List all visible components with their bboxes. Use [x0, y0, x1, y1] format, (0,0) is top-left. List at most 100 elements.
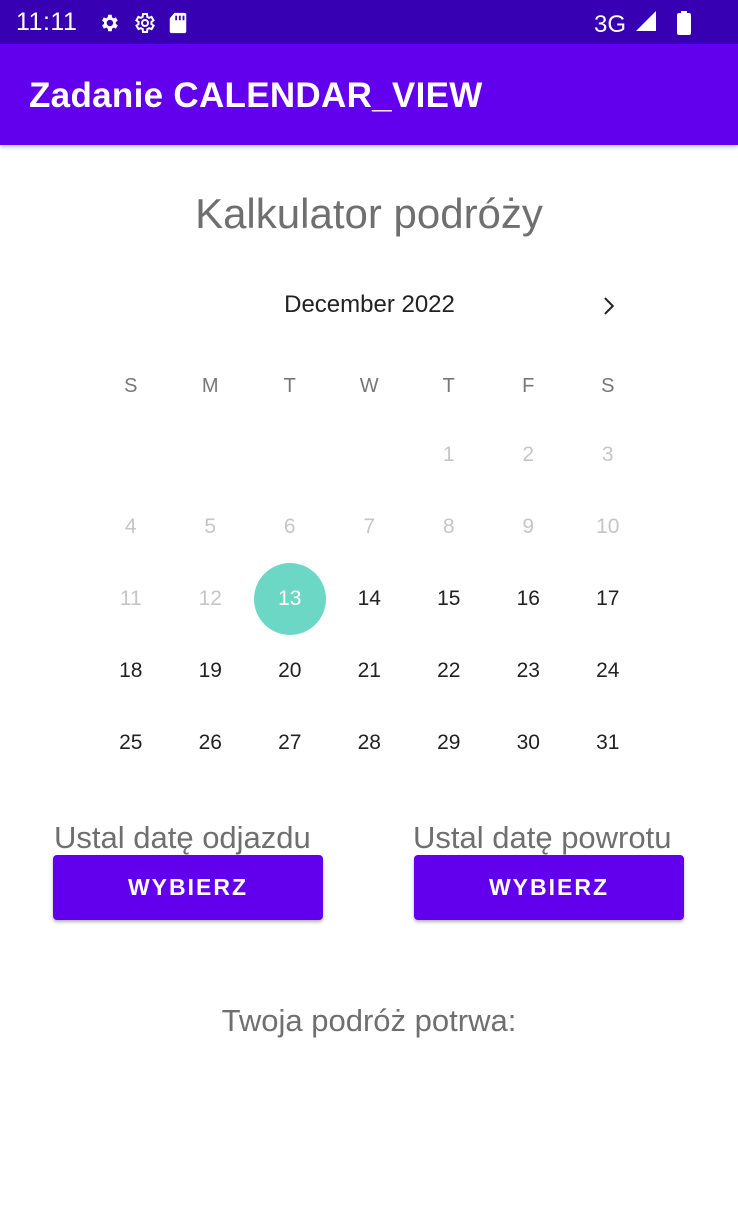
day-number: 12	[198, 587, 222, 610]
settings-outline-icon	[132, 11, 156, 40]
day-grid: 1 2 3 4 5 6 7 8 9 10 11 12 13 14 15 16 17 18 19 20 21 22 23 24 2…	[91, 419, 648, 779]
day-number: 28	[357, 731, 381, 754]
calendar-week-row: 11 12 13 14 15 16 17	[91, 563, 648, 635]
month-label: December 2022	[284, 291, 455, 318]
return-label: Ustal datę powrotu	[413, 820, 672, 855]
calendar-empty-cell	[91, 419, 171, 491]
calendar-day[interactable]: 26	[171, 707, 251, 779]
calendar-day[interactable]: 27	[250, 707, 330, 779]
day-number: 23	[516, 659, 540, 682]
day-number: 2	[522, 443, 535, 466]
day-number: 7	[363, 515, 376, 538]
calendar-day[interactable]: 22	[409, 635, 489, 707]
calendar-empty-cell	[330, 419, 410, 491]
calendar-day[interactable]: 20	[250, 635, 330, 707]
day-number: 24	[596, 659, 620, 682]
day-number: 6	[283, 515, 296, 538]
day-number: 17	[596, 587, 620, 610]
settings-icon	[98, 12, 120, 39]
app-bar: Zadanie CALENDAR_VIEW	[0, 44, 738, 145]
calendar-day: 1	[409, 419, 489, 491]
weekday-label: T	[283, 375, 296, 397]
weekday-label: F	[522, 375, 535, 397]
day-number: 5	[204, 515, 217, 538]
weekday-header: SMTWTFS	[91, 370, 648, 402]
day-number: 1	[442, 443, 455, 466]
page-title: Kalkulator podróży	[195, 190, 543, 237]
calendar-day: 5	[171, 491, 251, 563]
status-icons-left	[98, 11, 188, 40]
next-month-button[interactable]	[591, 288, 627, 324]
day-number: 15	[437, 587, 461, 610]
day-number: 8	[442, 515, 455, 538]
calendar-empty-cell	[250, 419, 330, 491]
weekday-label: S	[124, 375, 138, 397]
day-number: 16	[516, 587, 540, 610]
day-number: 30	[516, 731, 540, 754]
calendar-empty-cell	[171, 419, 251, 491]
calendar-day[interactable]: 14	[330, 563, 410, 635]
calendar-day[interactable]: 28	[330, 707, 410, 779]
day-number: 26	[198, 731, 222, 754]
day-number: 29	[437, 731, 461, 754]
month-header: December 2022	[91, 270, 648, 340]
trip-duration-text: Twoja podróż potrwa:	[221, 1003, 517, 1038]
battery-icon	[676, 11, 692, 40]
network-type: 3G	[593, 10, 626, 38]
app-title: Zadanie CALENDAR_VIEW	[29, 76, 483, 115]
day-number: 9	[522, 515, 535, 538]
departure-choose-button[interactable]: WYBIERZ	[53, 855, 323, 920]
calendar-day: 10	[568, 491, 648, 563]
calendar-day[interactable]: 25	[91, 707, 171, 779]
signal-icon	[634, 9, 658, 40]
calendar-day[interactable]: 19	[171, 635, 251, 707]
calendar-day[interactable]: 30	[489, 707, 569, 779]
status-icons-right: 3G	[594, 9, 658, 40]
weekday-label: M	[201, 375, 219, 397]
day-number: 25	[119, 731, 143, 754]
calendar-day[interactable]: 29	[409, 707, 489, 779]
day-number: 19	[198, 659, 222, 682]
calendar-day[interactable]: 21	[330, 635, 410, 707]
calendar-day[interactable]: 15	[409, 563, 489, 635]
day-number: 27	[278, 731, 302, 754]
weekday-label: S	[601, 375, 615, 397]
calendar-day: 2	[489, 419, 569, 491]
status-bar: 11:11 3G	[0, 0, 738, 44]
calendar-week-row: 4 5 6 7 8 9 10	[91, 491, 648, 563]
chevron-right-icon	[604, 297, 615, 315]
departure-label: Ustal datę odjazdu	[54, 820, 311, 855]
day-number: 4	[124, 515, 137, 538]
calendar-day: 8	[409, 491, 489, 563]
calendar-day: 12	[171, 563, 251, 635]
calendar-day: 9	[489, 491, 569, 563]
calendar-day: 6	[250, 491, 330, 563]
day-number: 11	[119, 587, 142, 610]
calendar-day-selected[interactable]: 13	[250, 563, 330, 635]
calendar-day[interactable]: 17	[568, 563, 648, 635]
day-number: 20	[278, 659, 302, 682]
sd-card-icon	[168, 12, 188, 39]
day-number: 14	[357, 587, 381, 610]
day-number: 18	[119, 659, 143, 682]
day-number: 21	[357, 659, 381, 682]
calendar-day: 11	[91, 563, 171, 635]
weekday-label: W	[359, 375, 379, 397]
day-number: 22	[437, 659, 461, 682]
calendar-day: 4	[91, 491, 171, 563]
calendar-day[interactable]: 23	[489, 635, 569, 707]
calendar-day[interactable]: 24	[568, 635, 648, 707]
day-number: 3	[601, 443, 614, 466]
day-number: 13	[278, 587, 302, 610]
calendar-week-row: 25 26 27 28 29 30 31	[91, 707, 648, 779]
weekday-label: T	[442, 375, 455, 397]
calendar-day[interactable]: 16	[489, 563, 569, 635]
day-number: 31	[596, 731, 620, 754]
calendar-week-row: 1 2 3	[91, 419, 648, 491]
calendar-day[interactable]: 31	[568, 707, 648, 779]
calendar-day[interactable]: 18	[91, 635, 171, 707]
return-choose-button[interactable]: WYBIERZ	[414, 855, 684, 920]
day-number: 10	[596, 515, 620, 538]
calendar-day: 3	[568, 419, 648, 491]
calendar-day: 7	[330, 491, 410, 563]
